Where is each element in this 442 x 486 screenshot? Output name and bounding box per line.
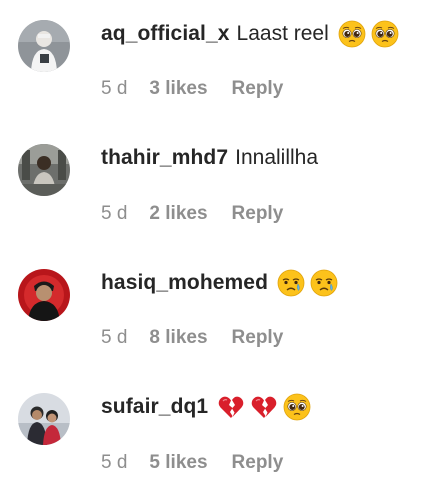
comment-meta: 5 d 3 likes Reply [101, 76, 283, 102]
avatar-person-icon [18, 144, 70, 196]
avatar[interactable] [18, 393, 70, 445]
pleading-face-icon [371, 20, 399, 48]
timestamp: 5 d [101, 327, 128, 348]
avatar-person-icon [18, 20, 70, 72]
comment-meta: 5 d 5 likes Reply [101, 450, 283, 476]
username[interactable]: sufair_dq1 [101, 395, 208, 419]
comment-item: hasiq_mohemed 5 d 8 likes Reply [0, 248, 442, 368]
pleading-face-icon [283, 393, 311, 421]
comment-meta: 5 d 8 likes Reply [101, 325, 283, 351]
broken-heart-icon [217, 393, 245, 421]
reply-button[interactable]: Reply [232, 78, 284, 100]
comment-body: Laast reel [236, 22, 329, 45]
likes-count[interactable]: 8 likes [149, 327, 207, 349]
comment-line: sufair_dq1 [101, 389, 311, 425]
comment-line: hasiq_mohemed [101, 265, 338, 301]
broken-heart-icon [250, 393, 278, 421]
timestamp: 5 d [101, 203, 128, 224]
comment-line: aq_official_x Laast reel [101, 16, 399, 52]
reply-button[interactable]: Reply [232, 327, 284, 349]
timestamp: 5 d [101, 78, 128, 99]
likes-count[interactable]: 5 likes [149, 452, 207, 474]
crying-face-icon [277, 269, 305, 297]
crying-face-icon [310, 269, 338, 297]
comment-text [215, 393, 311, 421]
reply-button[interactable]: Reply [232, 203, 284, 225]
pleading-face-icon [338, 20, 366, 48]
comment-item: thahir_mhd7 Innalillha 5 d 2 likes Reply [0, 124, 442, 244]
comment-text: Innalillha [235, 146, 318, 170]
comments-list: aq_official_x Laast reel 5 d 3 likes Rep… [0, 0, 442, 486]
comment-line: thahir_mhd7 Innalillha [101, 140, 318, 176]
likes-count[interactable]: 2 likes [149, 203, 207, 225]
username[interactable]: aq_official_x [101, 22, 230, 46]
avatar[interactable] [18, 269, 70, 321]
username[interactable]: hasiq_mohemed [101, 271, 268, 295]
timestamp: 5 d [101, 452, 128, 473]
avatar-couple-icon [18, 393, 70, 445]
comment-text: Laast reel [237, 20, 399, 48]
reply-button[interactable]: Reply [232, 452, 284, 474]
comment-item: sufair_dq1 5 d 5 likes Reply [0, 372, 442, 486]
avatar-person-icon [18, 269, 70, 321]
comment-item: aq_official_x Laast reel 5 d 3 likes Rep… [0, 0, 442, 120]
avatar[interactable] [18, 20, 70, 72]
likes-count[interactable]: 3 likes [149, 78, 207, 100]
comment-text [275, 269, 338, 297]
avatar[interactable] [18, 144, 70, 196]
username[interactable]: thahir_mhd7 [101, 146, 228, 170]
comment-body: Innalillha [235, 146, 319, 169]
comment-meta: 5 d 2 likes Reply [101, 201, 283, 227]
